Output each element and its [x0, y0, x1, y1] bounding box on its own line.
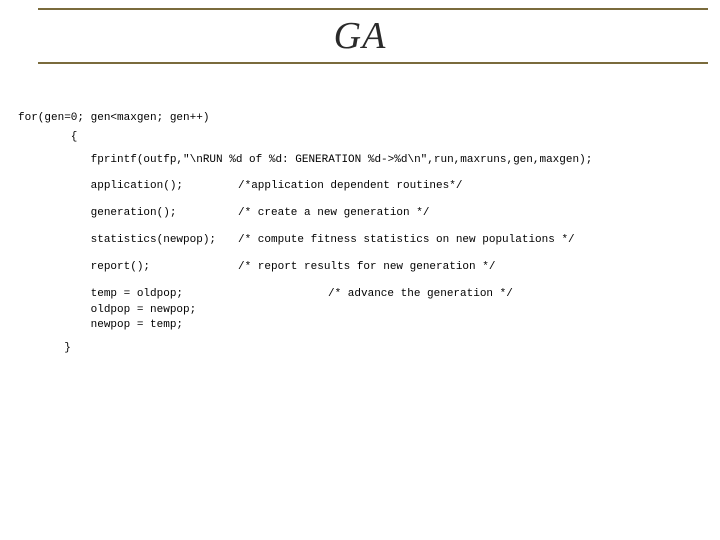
slide: GA for(gen=0; gen<maxgen; gen++) { fprin…: [0, 0, 720, 540]
rule-bottom: [38, 62, 708, 64]
code-generation-call: generation();: [18, 207, 238, 220]
code-advance-3: newpop = temp;: [18, 319, 714, 332]
code-advance-3-lhs: newpop = temp;: [18, 319, 328, 332]
code-for: for(gen=0; gen<maxgen; gen++): [18, 112, 714, 125]
code-application: application(); /*application dependent r…: [18, 180, 714, 193]
code-advance-2-lhs: oldpop = newpop;: [18, 304, 328, 317]
rule-top: [38, 8, 708, 10]
code-report: report(); /* report results for new gene…: [18, 261, 714, 274]
code-application-comment: /*application dependent routines*/: [238, 180, 462, 193]
code-application-call: application();: [18, 180, 238, 193]
slide-title: GA: [0, 14, 720, 58]
code-advance-1: temp = oldpop; /* advance the generation…: [18, 288, 714, 301]
title-area: GA: [0, 0, 720, 72]
code-fprintf: fprintf(outfp,"\nRUN %d of %d: GENERATIO…: [18, 154, 714, 167]
code-advance-1-lhs: temp = oldpop;: [18, 288, 328, 301]
code-statistics: statistics(newpop); /* compute fitness s…: [18, 234, 714, 247]
code-statistics-call: statistics(newpop);: [18, 234, 238, 247]
code-advance-2: oldpop = newpop;: [18, 304, 714, 317]
code-generation: generation(); /* create a new generation…: [18, 207, 714, 220]
code-statistics-comment: /* compute fitness statistics on new pop…: [238, 234, 575, 247]
code-close-brace: }: [18, 342, 714, 355]
code-advance-comment: /* advance the generation */: [328, 288, 513, 301]
code-block: for(gen=0; gen<maxgen; gen++) { fprintf(…: [18, 112, 714, 355]
code-generation-comment: /* create a new generation */: [238, 207, 429, 220]
code-report-comment: /* report results for new generation */: [238, 261, 495, 274]
code-open-brace: {: [18, 131, 714, 144]
code-report-call: report();: [18, 261, 238, 274]
